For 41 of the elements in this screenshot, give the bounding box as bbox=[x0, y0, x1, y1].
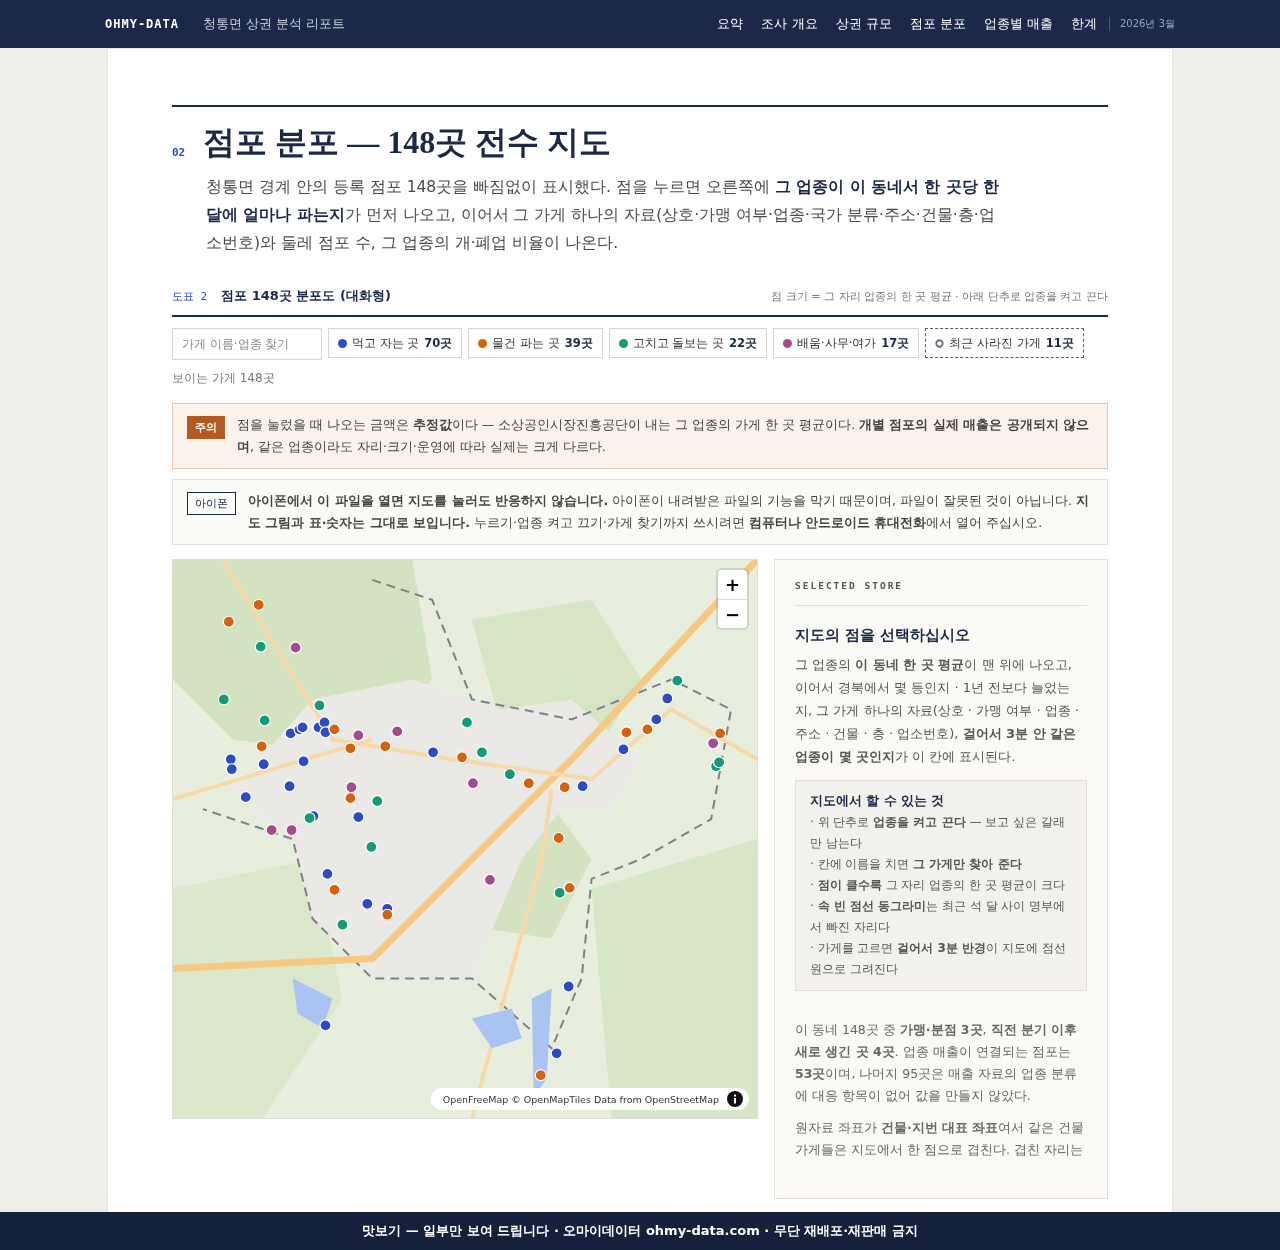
category-filter-button[interactable]: 최근 사라진 가게 11곳 bbox=[925, 328, 1084, 358]
panel-paragraph: 그 업종의 이 동네 한 곳 평균이 맨 위에 나오고, 이어서 경북에서 몇 등인지 · 1년 전보다 늘었는지, 그 가게 하나의 자료(상호 · 가맹 여부 · 업종 · 주소 · 건물 · 층 · 업소번호), 걸어서 3분 안 같은 업종이 몇 곳인지가 이 칸에 표시된다. bbox=[795, 656, 1080, 766]
tips-title: 지도에서 할 수 있는 것 bbox=[810, 793, 946, 810]
tip-item: · 가게를 고르면 걸어서 3분 반경이 지도에 점선 원으로 그려진다 bbox=[810, 940, 1067, 978]
panel-label: SELECTED STORE bbox=[795, 580, 1087, 606]
figure-title: 점포 148곳 분포도 (대화형) bbox=[221, 287, 391, 305]
nav-link[interactable]: 조사 개요 bbox=[761, 15, 818, 33]
attribution-text[interactable]: OpenFreeMap © OpenMapTiles Data from OpenStreetMap bbox=[442, 1093, 719, 1105]
notice-text: 점을 눌렀을 때 나오는 금액은 추정값이다 — 소상공인시장진흥공단이 내는 그 업종의 가게 한 곳 평균이다. 개별 점포의 실제 매출은 공개되지 않으며, 같은 업종이라도 자리·크기·운영에 따라 실제는 크게 다르다. bbox=[237, 416, 1090, 456]
panel-note: 원자료 좌표가 건물·지번 대표 좌표여서 같은 건물 가게들은 지도에서 한 점으로 겹친다. 겹친 자리는 bbox=[795, 1119, 1086, 1159]
search-field[interactable]: 가게 이름·업종 찾기 bbox=[172, 328, 322, 360]
notice-badge: 아이폰 bbox=[187, 492, 236, 515]
category-filter-button[interactable]: 배움·사무·여가 17곳 bbox=[773, 328, 920, 358]
figure-label: 도표 2 bbox=[172, 289, 208, 304]
notice-text: 아이폰에서 이 파일을 열면 지도를 눌러도 반응하지 않습니다. 아이폰이 내려받은 파일의 기능을 막기 때문이며, 파일이 잘못된 것이 아닙니다. 지도 그림과 표·숫자는 그대로 보입니다. 누르기·업종 켜고 끄기·가게 찾기까지 쓰시려면 컴퓨터나 안드로이드 휴대전화에서 열어 주십시오. bbox=[248, 492, 1090, 532]
category-filter-button[interactable]: 물건 파는 곳 39곳 bbox=[468, 328, 603, 358]
category-filter-button[interactable]: 먹고 자는 곳 70곳 bbox=[328, 328, 463, 358]
info-icon[interactable] bbox=[727, 1091, 743, 1107]
nav-link[interactable]: 요약 bbox=[717, 15, 744, 33]
zoom-out-button[interactable]: − bbox=[718, 599, 747, 628]
tip-item: · 칸에 이름을 치면 그 가게만 찾아 준다 bbox=[810, 856, 1023, 873]
nav-link[interactable]: 업종별 매출 bbox=[983, 15, 1053, 33]
intro-paragraph: 청통면 경계 안의 등록 점포 148곳을 빠짐없이 표시했다. 점을 누르면 오른쪽에 그 업종이 이 동네서 한 곳당 한 달에 얼마나 파는지가 먼저 나오고, 이어서 그 가게 하나의 자료(상호·가맹 여부·업종·국가 분류·주소·건물·층·업소번호)와 둘레 점포 수, 그 업종의 개·폐업 비율이 나온다. bbox=[206, 177, 1001, 254]
tip-item: · 속 빈 점선 동그라미는 최근 석 달 사이 명부에서 빠진 자리다 bbox=[810, 898, 1067, 936]
panel-heading: 지도의 점을 선택하십시오 bbox=[795, 626, 972, 645]
banner-text: 맛보기 — 일부만 보여 드립니다 · 오마이데이터 ohmy-data.com · 무단 재배포·재판매 금지 bbox=[362, 1222, 918, 1240]
report-title: 청통면 상권 분석 리포트 bbox=[203, 15, 346, 33]
section-number: 02 bbox=[172, 146, 186, 159]
notice-badge: 주의 bbox=[187, 416, 225, 439]
tip-item: · 위 단추로 업종을 켜고 끈다 — 보고 싶은 갈래만 남는다 bbox=[810, 814, 1066, 852]
nav-link[interactable]: 상권 규모 bbox=[835, 15, 892, 33]
nav-link[interactable]: 점포 분포 bbox=[909, 15, 966, 33]
panel-note: 이 동네 148곳 중 가맹·분점 3곳, 직전 분기 이후 새로 생긴 곳 4곳. 업종 매출이 연결되는 점포는 53곳이며, 나머지 95곳은 매출 자료의 업종 분류에 대응 항목이 없어 값을 만들지 않았다. bbox=[795, 1021, 1079, 1105]
visible-count: 보이는 가게 148곳 bbox=[172, 370, 276, 387]
nav-link[interactable]: 한계 bbox=[1071, 15, 1097, 33]
tip-item: · 점이 클수록 그 자리 업종의 한 곳 평균이 크다 bbox=[810, 877, 1066, 894]
report-date: 2026년 3월 bbox=[1109, 17, 1175, 31]
figure-note: 점 크기 = 그 자리 업종의 한 곳 평균 · 아래 단추로 업종을 켜고 끈다 bbox=[771, 289, 1108, 304]
brand-logo[interactable]: OHMY-DATA bbox=[105, 17, 180, 31]
section-title: 점포 분포 — 148곳 전수 지도 bbox=[203, 123, 612, 162]
category-filter-button[interactable]: 고치고 돌보는 곳 22곳 bbox=[608, 328, 767, 358]
